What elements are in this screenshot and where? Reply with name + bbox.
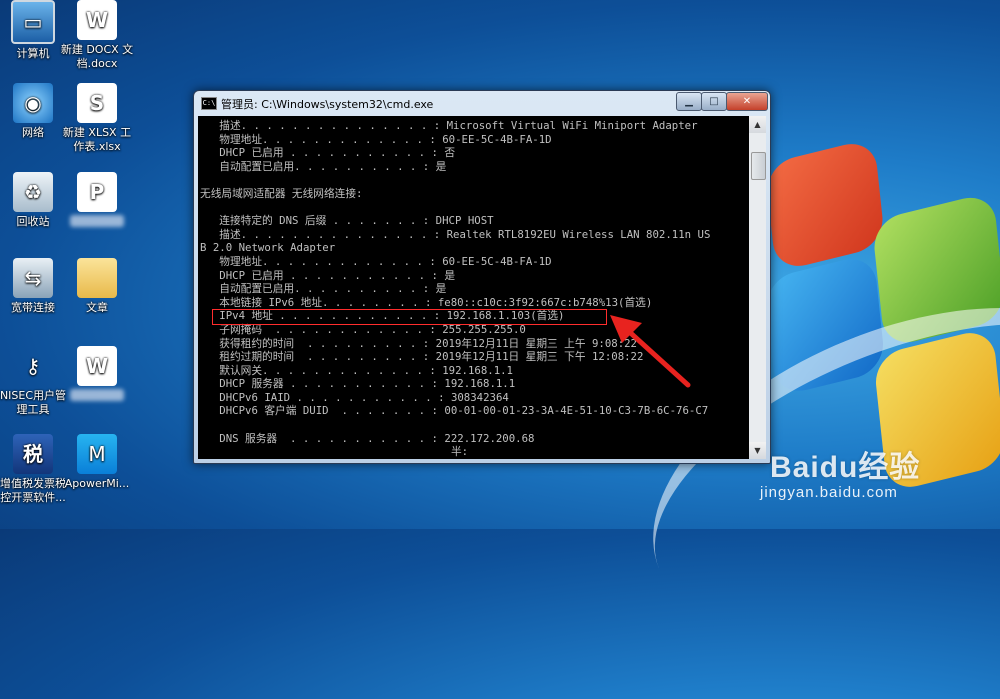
console-line: DHCPv6 客户端 DUID . . . . . . . : 00-01-00… [200,404,709,418]
cmd-icon: C:\ [201,97,217,110]
baidu-watermark: Baidu经验 [770,451,921,484]
console-line: 自动配置已启用. . . . . . . . . . : 是 [200,159,447,173]
window-title: 管理员: C:\Windows\system32\cmd.exe [221,98,434,111]
console-output[interactable]: 描述. . . . . . . . . . . . . . . : Micros… [198,116,749,459]
computer-icon: ▭ [11,0,55,44]
desktop-icon-apowermirror[interactable]: M ApowerMi... [59,434,135,491]
blurred-label [70,215,124,227]
spreadsheet-icon: S [77,83,117,123]
desktop-icon-articles-folder[interactable]: 文章 [59,258,135,315]
desktop-icon-ppt[interactable]: P [59,172,135,231]
folder-icon [77,258,117,298]
close-button[interactable]: ✕ [726,92,768,111]
red-pointer-arrow-icon [610,315,691,388]
apowermirror-icon: M [77,434,117,474]
scroll-down-arrow-icon[interactable]: ▼ [749,442,766,459]
desktop-icon-label: ApowerMi... [64,477,130,490]
minimize-button[interactable]: ▁ [676,92,702,111]
console-line: DHCP 已启用 . . . . . . . . . . . : 是 [200,268,456,282]
console-line: DNS 服务器 . . . . . . . . . . . : 222.172.… [200,431,535,445]
desktop-icon-label: 网络 [22,126,44,139]
ipv4-highlight-box [212,309,607,325]
desktop-icon-word-blurred[interactable]: W [59,346,135,405]
console-line: 描述. . . . . . . . . . . . . . . : Micros… [200,119,698,132]
console-line: 物理地址. . . . . . . . . . . . . : 60-EE-5C… [200,254,552,268]
scroll-up-arrow-icon[interactable]: ▲ [749,116,766,133]
console-line: 半: [200,445,469,459]
console-line: 无线局域网适配器 无线网络连接: [200,186,363,200]
cmd-window[interactable]: C:\ 管理员: C:\Windows\system32\cmd.exe ▁ □… [193,90,771,464]
windows-flag-red [764,137,886,273]
broadband-connection-icon: ⇆ [13,258,53,298]
console-line: 自动配置已启用. . . . . . . . . . : 是 [200,282,447,296]
word-document-icon: W [77,0,117,40]
desktop-icon-label: 计算机 [16,47,50,60]
desktop-icon-docx[interactable]: W 新建 DOCX 文档.docx [59,0,135,71]
key-icon: ⚷ [25,354,41,378]
desktop-icon-label: 新建 DOCX 文档.docx [60,43,134,70]
console-line: B 2.0 Network Adapter [200,241,336,255]
desktop-icon-xlsx[interactable]: S 新建 XLSX 工作表.xlsx [59,83,135,154]
maximize-button[interactable]: □ [701,92,727,111]
presentation-icon: P [77,172,117,212]
vertical-scrollbar[interactable]: ▲ ▼ [749,116,766,459]
desktop-icon-label: NISEC用户管理工具 [0,389,67,416]
console-lines: 描述. . . . . . . . . . . . . . . : Micros… [198,116,749,459]
console-line: 描述. . . . . . . . . . . . . . . : Realte… [200,227,711,241]
word-document-icon: W [77,346,117,386]
window-titlebar[interactable]: C:\ 管理员: C:\Windows\system32\cmd.exe ▁ □… [194,91,770,115]
desktop-icon-label: 文章 [86,301,108,314]
desktop-icon-label: 回收站 [16,215,50,228]
scrollbar-thumb[interactable] [751,152,766,180]
baidu-watermark-url: jingyan.baidu.com [760,484,898,501]
console-line: DHCP 已启用 . . . . . . . . . . . : 否 [200,146,456,160]
network-globe-icon: ◉ [13,83,53,123]
tax-software-icon: 税 [13,434,53,474]
blurred-label [70,389,124,401]
desktop-icon-label: 新建 XLSX 工作表.xlsx [62,126,132,153]
console-line: 物理地址. . . . . . . . . . . . . : 60-EE-5C… [200,132,552,146]
console-line: 连接特定的 DNS 后缀 . . . . . . . : DHCP HOST [200,214,494,228]
desktop-icon-label: 宽带连接 [11,301,55,314]
recycle-bin-icon: ♻ [13,172,53,212]
desktop-icon-label: 增值税发票税控开票软件... [0,477,66,504]
